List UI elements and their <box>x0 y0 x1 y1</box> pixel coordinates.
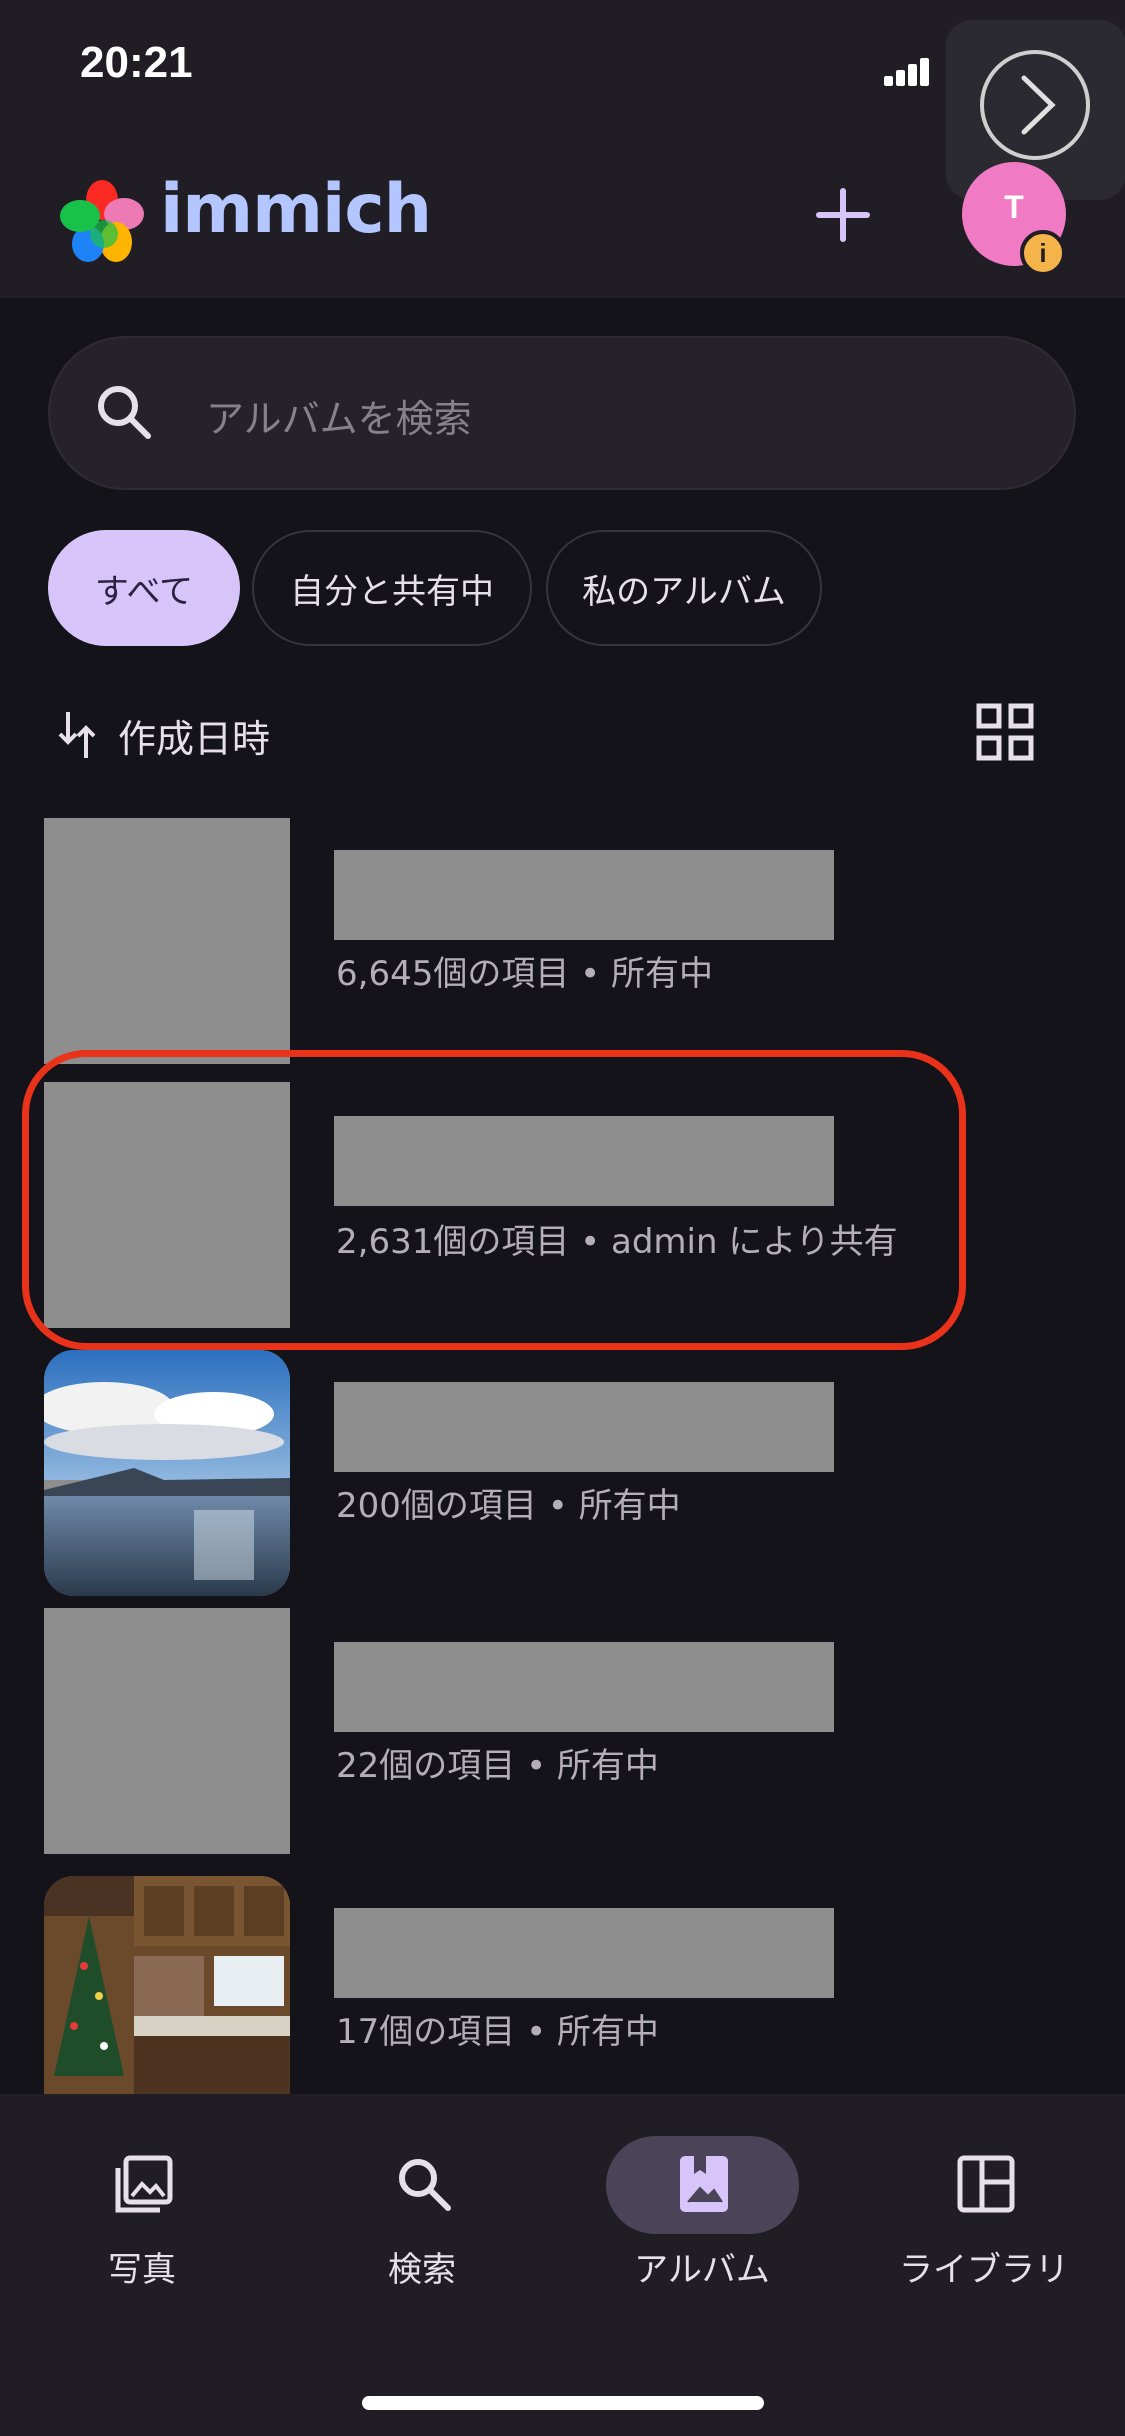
nav-label: 写真 <box>108 2250 176 2290</box>
nav-label: ライブラリ <box>899 2250 1069 2290</box>
search-placeholder: アルバムを検索 <box>206 397 472 441</box>
search-icon <box>98 386 151 439</box>
immich-logo-icon <box>60 180 144 264</box>
album-list-item[interactable]: 6,645個の項目 • 所有中 <box>44 818 1084 1064</box>
album-subtitle: 17個の項目 • 所有中 <box>336 2012 659 2052</box>
nav-label: 検索 <box>388 2250 456 2290</box>
chevron-right-icon[interactable] <box>980 50 1090 160</box>
album-list-item[interactable]: 17個の項目 • 所有中 <box>44 1876 1084 2122</box>
album-title-redacted <box>334 1908 834 1998</box>
filter-chip-label: すべて <box>94 571 194 612</box>
nav-item-search[interactable]: 検索 <box>302 2130 542 2310</box>
album-subtitle: 22個の項目 • 所有中 <box>336 1746 659 1786</box>
album-subtitle: 200個の項目 • 所有中 <box>336 1486 681 1526</box>
album-thumbnail-kitchen <box>44 1876 290 2094</box>
info-badge-icon: i <box>1020 230 1066 276</box>
avatar-initial: T <box>1004 188 1024 225</box>
search-icon <box>399 2159 451 2211</box>
nav-item-library[interactable]: ライブラリ <box>864 2130 1104 2310</box>
plus-icon <box>816 188 870 242</box>
album-list-item[interactable]: 22個の項目 • 所有中 <box>44 1608 1084 1854</box>
album-search-field[interactable]: アルバムを検索 <box>48 336 1076 490</box>
filter-chip-label: 自分と共有中 <box>290 571 494 612</box>
album-thumbnail-lake <box>44 1350 290 1596</box>
highlight-annotation <box>22 1050 966 1350</box>
nav-item-photos[interactable]: 写真 <box>22 2130 262 2310</box>
album-thumbnail <box>44 818 290 1064</box>
album-thumbnail <box>44 1608 290 1854</box>
grid-view-icon[interactable] <box>975 702 1035 762</box>
nav-label: アルバム <box>634 2250 770 2290</box>
nav-item-albums[interactable]: アルバム <box>582 2130 822 2310</box>
sort-arrows-icon <box>58 712 96 758</box>
status-time: 20:21 <box>80 38 193 87</box>
album-list-item[interactable]: 200個の項目 • 所有中 <box>44 1350 1084 1596</box>
album-subtitle: 6,645個の項目 • 所有中 <box>336 954 714 994</box>
filter-chip-mine[interactable]: 私のアルバム <box>546 530 822 646</box>
add-album-button[interactable] <box>813 185 873 245</box>
brand-name: immich <box>160 170 432 249</box>
filter-chip-all[interactable]: すべて <box>48 530 240 646</box>
album-title-redacted <box>334 1642 834 1732</box>
sort-label: 作成日時 <box>118 717 271 761</box>
filter-chip-shared[interactable]: 自分と共有中 <box>252 530 532 646</box>
album-title-redacted <box>334 1382 834 1472</box>
photos-icon <box>115 2155 173 2213</box>
filter-chip-label: 私のアルバム <box>582 571 786 612</box>
home-indicator <box>362 2396 764 2410</box>
signal-icon <box>884 52 938 86</box>
album-title-redacted <box>334 850 834 940</box>
album-icon <box>680 2156 728 2212</box>
library-icon <box>957 2155 1015 2213</box>
